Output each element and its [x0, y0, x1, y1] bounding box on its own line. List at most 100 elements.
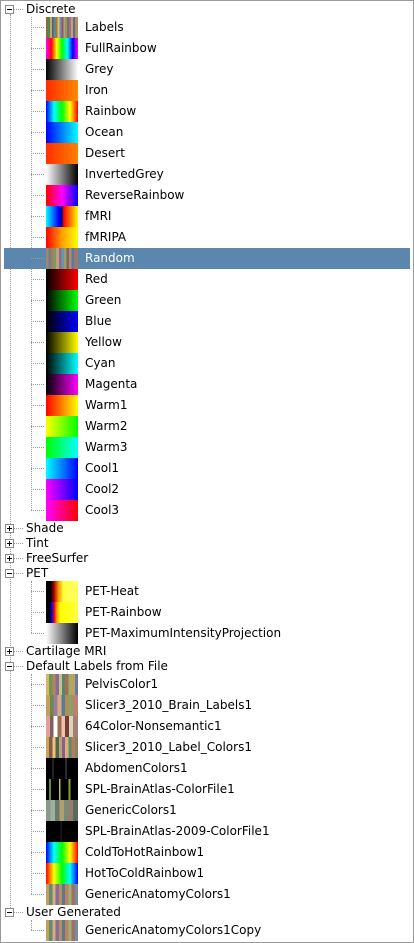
color-table-item[interactable]: Red	[1, 269, 411, 290]
tree-connector	[31, 426, 44, 427]
tree-connector	[31, 174, 44, 175]
color-table-label: Warm3	[85, 440, 128, 454]
color-table-label: Magenta	[85, 377, 138, 391]
color-table-label: GenericAnatomyColors1	[85, 887, 231, 901]
brain-labels-swatch	[46, 695, 78, 716]
color-table-item[interactable]: FullRainbow	[1, 38, 411, 59]
color-table-item[interactable]: Cool3	[1, 500, 411, 521]
warm2-swatch	[46, 416, 78, 437]
color-table-label: Green	[85, 293, 122, 307]
color-table-item[interactable]: Warm2	[1, 416, 411, 437]
color-table-item[interactable]: ReverseRainbow	[1, 185, 411, 206]
collapse-icon[interactable]	[5, 569, 14, 578]
color-table-label: ColdToHotRainbow1	[85, 845, 205, 859]
color-table-item[interactable]: GenericColors1	[1, 800, 411, 821]
color-table-label: Cool1	[85, 461, 120, 475]
tree-connector	[31, 363, 44, 364]
coldtohot-swatch	[46, 842, 78, 863]
color-table-label: PET-Rainbow	[85, 605, 162, 619]
tree-connector	[31, 153, 44, 154]
color-table-item[interactable]: PelvisColor1	[1, 674, 411, 695]
blue-swatch	[46, 311, 78, 332]
color-table-label: Yellow	[85, 335, 122, 349]
collapse-icon[interactable]	[5, 662, 14, 671]
color-table-item[interactable]: HotToColdRainbow1	[1, 863, 411, 884]
color-table-label: InvertedGrey	[85, 167, 164, 181]
color-table-item[interactable]: SPL-BrainAtlas-2009-ColorFile1	[1, 821, 411, 842]
color-table-label: SPL-BrainAtlas-ColorFile1	[85, 782, 235, 796]
expand-icon[interactable]	[5, 539, 14, 548]
tree-connector	[14, 9, 23, 10]
color-table-item[interactable]: Yellow	[1, 332, 411, 353]
tree-connector	[14, 528, 23, 529]
color-table-item[interactable]: ColdToHotRainbow1	[1, 842, 411, 863]
collapse-icon[interactable]	[5, 908, 14, 917]
rainbow-swatch	[46, 101, 78, 122]
color-table-label: Slicer3_2010_Brain_Labels1	[85, 698, 253, 712]
tree-connector	[31, 873, 44, 874]
color-table-tree[interactable]: Discrete Labels FullRainbow Grey Iron Rainbow…	[0, 0, 414, 943]
nonsemantic-swatch	[46, 716, 78, 737]
pet-rainbow-swatch	[46, 602, 78, 623]
tree-connector	[31, 831, 44, 832]
color-table-item[interactable]: Grey	[1, 59, 411, 80]
color-table-item[interactable]: Ocean	[1, 122, 411, 143]
tree-connector	[14, 573, 23, 574]
expand-icon[interactable]	[5, 647, 14, 656]
tree-connector	[31, 591, 44, 592]
color-table-item[interactable]: Cyan	[1, 353, 411, 374]
tree-group-label: FreeSurfer	[26, 551, 89, 565]
tree-connector	[31, 132, 44, 133]
expand-icon[interactable]	[5, 524, 14, 533]
cool1-swatch	[46, 458, 78, 479]
color-table-item[interactable]: Magenta	[1, 374, 411, 395]
color-table-item[interactable]: Iron	[1, 80, 411, 101]
color-table-item[interactable]: Cool2	[1, 479, 411, 500]
color-table-item[interactable]: InvertedGrey	[1, 164, 411, 185]
genericanatomy-swatch	[46, 884, 78, 905]
color-table-item[interactable]: fMRI	[1, 206, 411, 227]
color-table-label: 64Color-Nonsemantic1	[85, 719, 222, 733]
color-table-item[interactable]: Labels	[1, 17, 411, 38]
color-table-item[interactable]: SPL-BrainAtlas-ColorFile1	[1, 779, 411, 800]
cool3-swatch	[46, 500, 78, 521]
abdomen-swatch	[46, 758, 78, 779]
color-table-item[interactable]: fMRIPA	[1, 227, 411, 248]
color-table-item[interactable]: Warm1	[1, 395, 411, 416]
expand-icon[interactable]	[5, 554, 14, 563]
color-table-item[interactable]: GenericAnatomyColors1	[1, 884, 411, 905]
color-table-label: Grey	[85, 62, 114, 76]
color-table-item[interactable]: Slicer3_2010_Brain_Labels1	[1, 695, 411, 716]
warm3-swatch	[46, 437, 78, 458]
spl-atlas-2009-swatch	[46, 821, 78, 842]
collapse-icon[interactable]	[5, 5, 14, 14]
cool2-swatch	[46, 479, 78, 500]
tree-connector	[31, 894, 44, 895]
color-table-item[interactable]: AbdomenColors1	[1, 758, 411, 779]
color-table-item[interactable]: GenericAnatomyColors1Copy	[1, 920, 411, 941]
color-table-item[interactable]: Warm3	[1, 437, 411, 458]
tree-connector	[14, 558, 23, 559]
yellow-swatch	[46, 332, 78, 353]
color-table-item[interactable]: PET-MaximumIntensityProjection	[1, 623, 411, 644]
color-table-item[interactable]: Cool1	[1, 458, 411, 479]
color-table-item[interactable]: PET-Rainbow	[1, 602, 411, 623]
tree-group-label: Cartilage MRI	[26, 644, 107, 658]
color-table-item[interactable]: Blue	[1, 311, 411, 332]
tree-connector	[31, 468, 44, 469]
tree-group-label: User Generated	[26, 905, 121, 919]
color-table-item[interactable]: PET-Heat	[1, 581, 411, 602]
color-table-label: Cyan	[85, 356, 116, 370]
color-table-item[interactable]: Rainbow	[1, 101, 411, 122]
color-table-item[interactable]: 64Color-Nonsemantic1	[1, 716, 411, 737]
color-table-item[interactable]: Green	[1, 290, 411, 311]
color-table-label: SPL-BrainAtlas-2009-ColorFile1	[85, 824, 270, 838]
color-table-label: Iron	[85, 83, 109, 97]
color-table-label: Desert	[85, 146, 125, 160]
color-table-item[interactable]: Random	[1, 248, 411, 269]
tree-connector	[31, 279, 44, 280]
color-table-label: PelvisColor1	[85, 677, 159, 691]
generic-swatch	[46, 800, 78, 821]
color-table-item[interactable]: Slicer3_2010_Label_Colors1	[1, 737, 411, 758]
color-table-item[interactable]: Desert	[1, 143, 411, 164]
